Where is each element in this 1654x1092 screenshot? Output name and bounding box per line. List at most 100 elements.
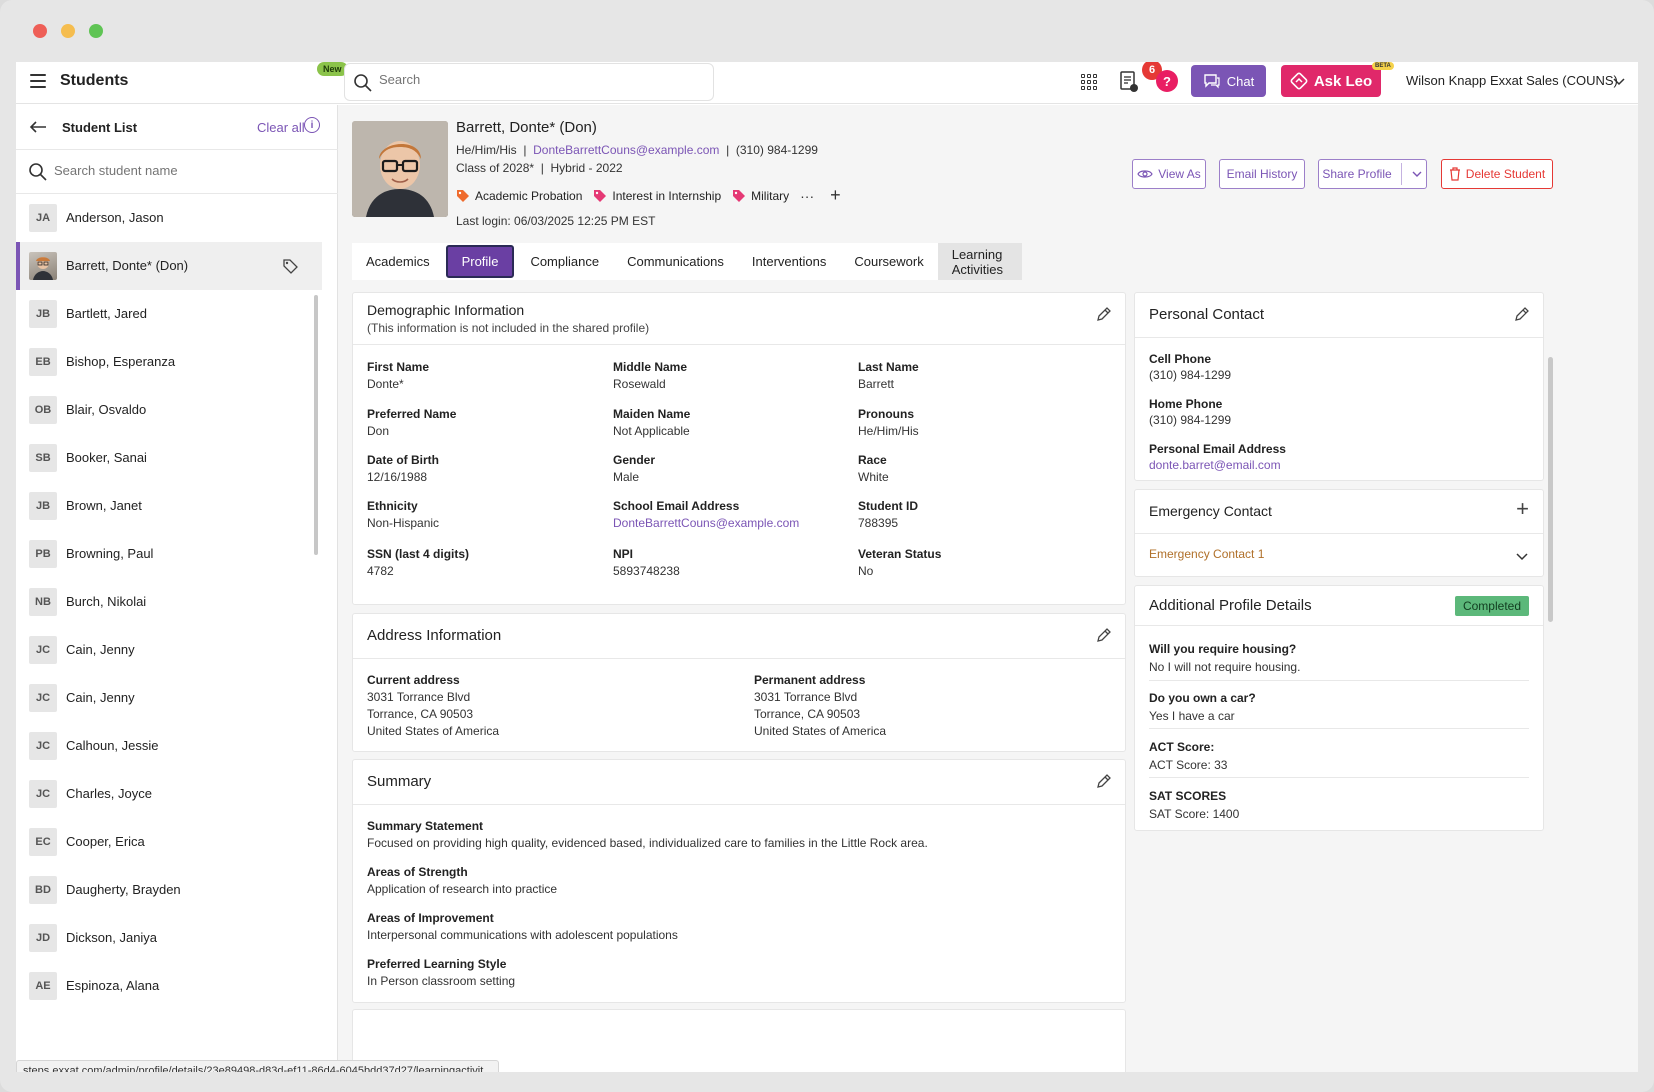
user-name[interactable]: Wilson Knapp (1406, 73, 1486, 88)
tag-icon[interactable] (282, 258, 298, 274)
chevron-down-icon[interactable] (1612, 74, 1626, 88)
back-arrow-icon[interactable] (28, 119, 48, 135)
top-bar: Students New 6 ? Chat Ask Leo BETA Wilso… (16, 62, 1638, 104)
share-profile-button[interactable]: Share Profile (1318, 159, 1427, 189)
field-label: Preferred Learning Style (367, 957, 507, 971)
home-phone: Home Phone (310) 984-1299 (1149, 397, 1231, 427)
card-title: Address Information (367, 627, 502, 644)
ask-leo-button[interactable]: Ask Leo (1281, 65, 1381, 97)
tag-military[interactable]: Military (732, 189, 789, 203)
chevron-down-icon[interactable] (1411, 168, 1423, 180)
field-value: Focused on providing high quality, evide… (367, 836, 928, 850)
school-email-link[interactable]: DonteBarrettCouns@example.com (613, 516, 799, 530)
edit-pencil-icon[interactable] (1095, 305, 1113, 323)
field-value: Non-Hispanic (367, 516, 440, 530)
main-content: Barrett, Donte* (Don) He/Him/His | Donte… (338, 105, 1638, 1072)
field-label: Veteran Status (858, 547, 942, 561)
student-email-link[interactable]: DonteBarrettCouns@example.com (533, 143, 719, 157)
maximize-window-button[interactable] (89, 24, 103, 38)
chat-button[interactable]: Chat (1191, 65, 1266, 97)
avatar: AE (29, 972, 57, 1000)
student-name: Dickson, Janiya (66, 930, 158, 945)
address-line: 3031 Torrance Blvd (367, 690, 471, 704)
new-badge: New (317, 62, 348, 76)
list-item[interactable]: EB Bishop, Esperanza (16, 338, 322, 386)
org-name[interactable]: Exxat Sales (COUNS) (1490, 73, 1618, 88)
list-item-active[interactable]: Barrett, Donte* (Don) (16, 242, 322, 290)
tag-academic-probation[interactable]: Academic Probation (456, 189, 582, 203)
clear-all-link[interactable]: Clear all (257, 120, 305, 135)
tab-learning-activities[interactable]: Learning Activities (937, 243, 1022, 280)
list-item[interactable]: EC Cooper, Erica (16, 818, 322, 866)
field-date-of-birth: Date of Birth 12/16/1988 (367, 453, 439, 484)
divider (353, 658, 1125, 659)
tab-compliance[interactable]: Compliance (516, 243, 613, 280)
list-item[interactable]: JD Dickson, Janiya (16, 914, 322, 962)
address-line: United States of America (367, 724, 500, 738)
apps-grid-icon[interactable] (1081, 74, 1097, 90)
list-item[interactable]: NB Burch, Nikolai (16, 578, 322, 626)
student-name: Bishop, Esperanza (66, 354, 176, 369)
delete-student-button[interactable]: Delete Student (1441, 159, 1553, 189)
student-search[interactable] (16, 150, 338, 194)
answer: ACT Score: 33 (1149, 758, 1228, 772)
tab-coursework[interactable]: Coursework (840, 243, 937, 280)
main-scrollbar[interactable] (1548, 357, 1553, 622)
list-item[interactable]: JA Anderson, Jason (16, 194, 322, 242)
list-item[interactable]: AE Espinoza, Alana (16, 962, 322, 1010)
edit-pencil-icon[interactable] (1095, 772, 1113, 790)
eye-icon (1137, 170, 1153, 178)
list-item[interactable]: OB Blair, Osvaldo (16, 386, 322, 434)
student-tags: Academic Probation Interest in Internshi… (456, 185, 841, 206)
avatar (29, 252, 57, 280)
list-item[interactable]: JC Cain, Jenny (16, 626, 322, 674)
list-item[interactable]: JB Bartlett, Jared (16, 290, 322, 338)
edit-pencil-icon[interactable] (1513, 305, 1531, 323)
info-icon[interactable]: i (304, 117, 320, 133)
emergency-contact-item[interactable]: Emergency Contact 1 (1149, 547, 1264, 561)
close-window-button[interactable] (33, 24, 47, 38)
list-item[interactable]: JB Brown, Janet (16, 482, 322, 530)
permanent-address: Permanent address 3031 Torrance Blvd Tor… (754, 673, 886, 738)
help-icon[interactable]: ? (1156, 70, 1178, 92)
field-value: He/Him/His (858, 424, 919, 438)
global-search[interactable] (344, 63, 714, 101)
personal-email-link[interactable]: donte.barret@email.com (1149, 458, 1286, 472)
sidebar-scrollbar[interactable] (314, 295, 318, 555)
list-item[interactable]: BD Daugherty, Brayden (16, 866, 322, 914)
tab-profile[interactable]: Profile (445, 245, 515, 278)
global-search-input[interactable] (379, 72, 699, 87)
list-item[interactable]: JC Cain, Jenny (16, 674, 322, 722)
tag-label: Military (751, 188, 790, 203)
chevron-down-icon[interactable] (1515, 549, 1529, 563)
field-label: Gender (613, 453, 656, 467)
list-item[interactable]: JC Charles, Joyce (16, 770, 322, 818)
menu-icon[interactable] (30, 74, 46, 88)
field-value: Application of research into practice (367, 882, 558, 896)
tag-label: Interest in Internship (612, 188, 722, 203)
field-value: 5893748238 (613, 564, 680, 578)
list-item[interactable]: PB Browning, Paul (16, 530, 322, 578)
view-as-button[interactable]: View As (1132, 159, 1206, 189)
student-name: Burch, Nikolai (66, 594, 147, 609)
minimize-window-button[interactable] (61, 24, 75, 38)
tab-communications[interactable]: Communications (613, 243, 738, 280)
email-history-button[interactable]: Email History (1219, 159, 1305, 189)
student-name: Anderson, Jason (66, 210, 164, 225)
student-program: Hybrid - 2022 (550, 161, 623, 175)
student-photo (352, 121, 448, 217)
address-line: Torrance, CA 90503 (754, 707, 861, 721)
student-search-input[interactable] (54, 163, 314, 178)
tag-interest-internship[interactable]: Interest in Internship (593, 189, 721, 203)
tasks-icon[interactable] (1120, 71, 1138, 93)
tab-academics[interactable]: Academics (352, 243, 444, 280)
more-tags-icon[interactable]: ··· (800, 188, 814, 204)
trash-icon (1449, 167, 1460, 181)
list-item[interactable]: SB Booker, Sanai (16, 434, 322, 482)
add-emergency-contact-icon[interactable]: + (1516, 496, 1529, 522)
list-item[interactable]: JC Calhoun, Jessie (16, 722, 322, 770)
question: Do you own a car? (1149, 691, 1256, 705)
edit-pencil-icon[interactable] (1095, 626, 1113, 644)
tab-interventions[interactable]: Interventions (738, 243, 840, 280)
add-tag-icon[interactable]: + (830, 185, 841, 206)
